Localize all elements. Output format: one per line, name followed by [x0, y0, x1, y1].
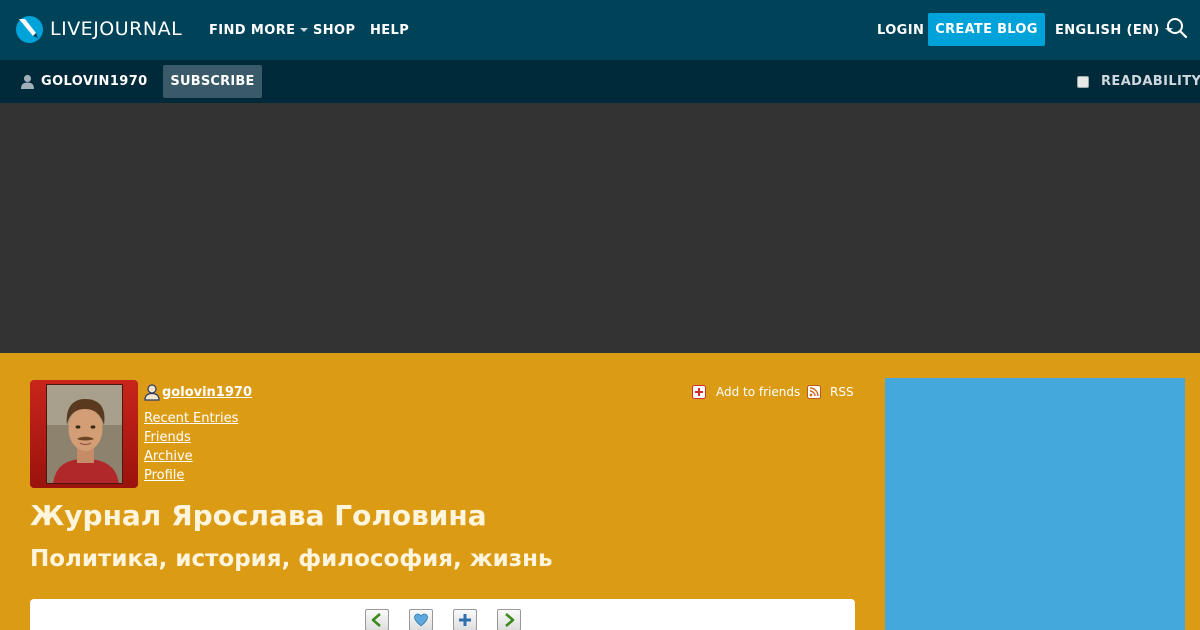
nav-find-more-label: FIND MORE [209, 22, 296, 38]
nav-find-more[interactable]: FIND MORE [209, 0, 309, 60]
rss-label: RSS [830, 385, 854, 399]
journal-owner-link[interactable]: GOLOVIN1970 [20, 60, 148, 103]
login-link[interactable]: LOGIN [877, 0, 924, 60]
login-label: LOGIN [877, 22, 925, 38]
journal-subbar: GOLOVIN1970 SUBSCRIBE READABILITY [0, 60, 1200, 103]
language-selector[interactable]: ENGLISH (EN) [1055, 0, 1173, 60]
profile-link[interactable]: Profile [144, 468, 238, 487]
add-to-friends-label: Add to friends [716, 385, 801, 399]
next-entry-button[interactable] [497, 609, 521, 630]
friends-link[interactable]: Friends [144, 430, 238, 449]
profile-username-row: golovin1970 [144, 384, 252, 401]
livejournal-logo-icon [16, 15, 43, 43]
userpic-frame [30, 380, 138, 488]
profile-username-link[interactable]: golovin1970 [162, 385, 252, 400]
userpic[interactable] [46, 384, 123, 484]
favorite-button[interactable] [409, 609, 433, 630]
entry-card [30, 599, 855, 630]
add-friend-icon [692, 385, 706, 399]
recent-entries-link[interactable]: Recent Entries [144, 411, 238, 430]
advertisement-banner [0, 103, 1200, 353]
subscribe-label: SUBSCRIBE [170, 74, 255, 89]
readability-label: READABILITY [1101, 74, 1200, 89]
search-icon[interactable] [1166, 17, 1188, 39]
sidebar-advertisement [885, 378, 1185, 630]
journal-nav-links: Recent Entries Friends Archive Profile [144, 411, 238, 487]
livejournal-logo[interactable]: LIVEJOURNAL [15, 14, 182, 44]
heart-icon [414, 613, 428, 627]
user-icon [21, 74, 34, 89]
archive-link[interactable]: Archive [144, 449, 238, 468]
next-entry-icon [505, 613, 515, 627]
create-blog-label: CREATE BLOG [935, 22, 1038, 37]
chevron-down-icon [300, 28, 309, 32]
readability-toggle[interactable]: READABILITY [1077, 60, 1200, 103]
logo-text: LIVEJOURNAL [50, 18, 183, 40]
prev-entry-button[interactable] [365, 609, 389, 630]
nav-help-label: HELP [370, 22, 410, 38]
avatar [47, 385, 122, 483]
rss-link[interactable]: RSS [807, 385, 854, 399]
nav-help[interactable]: HELP [370, 0, 409, 60]
user-info-icon[interactable] [144, 384, 160, 401]
create-blog-button[interactable]: CREATE BLOG [928, 13, 1045, 46]
rss-icon [807, 385, 821, 399]
journal-title: Журнал Ярослава Головина [30, 499, 487, 532]
add-to-friends-button[interactable]: Add to friends [692, 385, 800, 399]
readability-checkbox[interactable] [1077, 75, 1089, 88]
language-label: ENGLISH (EN) [1055, 22, 1160, 38]
nav-shop-label: SHOP [313, 22, 356, 38]
journal-owner-name: GOLOVIN1970 [41, 74, 148, 89]
add-memory-button[interactable] [453, 609, 477, 630]
nav-shop[interactable]: SHOP [313, 0, 355, 60]
journal-subtitle: Политика, история, философия, жизнь [30, 546, 553, 572]
prev-entry-icon [371, 613, 381, 627]
subscribe-button[interactable]: SUBSCRIBE [163, 65, 262, 98]
plus-icon [459, 614, 471, 626]
top-navigation-bar: LIVEJOURNAL FIND MORE SHOP HELP LOGIN CR… [0, 0, 1200, 60]
